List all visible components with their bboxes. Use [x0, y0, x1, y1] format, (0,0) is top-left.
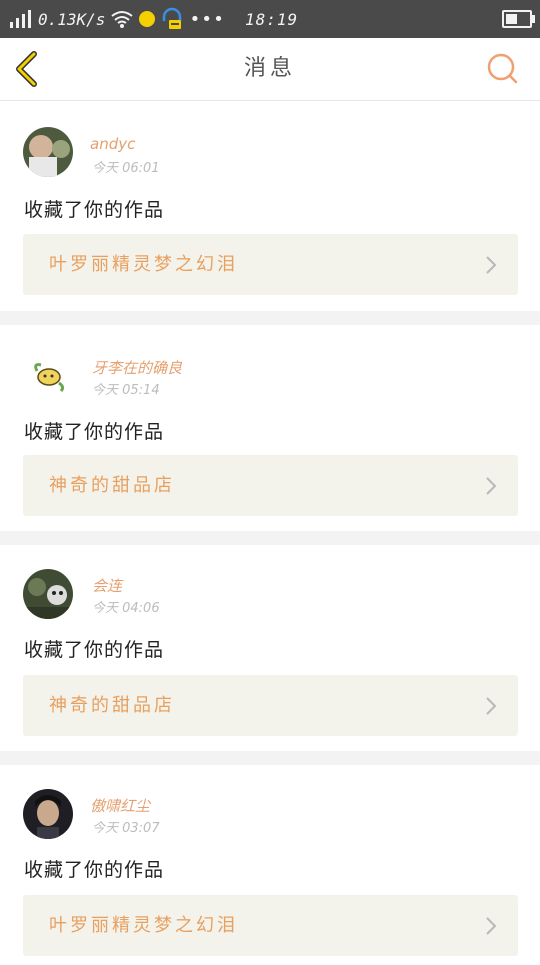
message-list: andyc 今天 06:01 收藏了你的作品 叶罗丽精灵梦之幻泪 牙李在的确良 …	[0, 101, 540, 965]
work-title: 叶罗丽精灵梦之幻泪	[49, 254, 238, 275]
status-bar: 0.13K/s ••• 18:19	[0, 0, 540, 38]
message-card: andyc 今天 06:01 收藏了你的作品 叶罗丽精灵梦之幻泪	[0, 101, 540, 311]
message-card: 会连 今天 04:06 收藏了你的作品 神奇的甜品店	[0, 545, 540, 751]
divider	[0, 751, 540, 765]
search-icon	[487, 53, 518, 84]
notification-dot-icon	[139, 11, 156, 27]
chevron-right-icon	[486, 256, 497, 274]
network-speed: 0.13K/s	[38, 9, 106, 29]
timestamp: 今天 04:06	[92, 601, 160, 616]
action-text: 收藏了你的作品	[24, 199, 165, 221]
action-text: 收藏了你的作品	[24, 639, 165, 661]
timestamp: 今天 03:07	[92, 821, 160, 836]
work-link[interactable]: 神奇的甜品店	[23, 675, 518, 736]
avatar[interactable]	[23, 127, 73, 177]
corn-sticker-icon	[23, 351, 73, 401]
message-card: 傲啸红尘 今天 03:07 收藏了你的作品 叶罗丽精灵梦之幻泪	[0, 765, 540, 965]
message-card: 牙李在的确良 今天 05:14 收藏了你的作品 神奇的甜品店	[0, 325, 540, 531]
username[interactable]: 牙李在的确良	[92, 357, 182, 378]
work-link[interactable]: 神奇的甜品店	[23, 455, 518, 516]
work-link[interactable]: 叶罗丽精灵梦之幻泪	[23, 895, 518, 956]
work-title: 叶罗丽精灵梦之幻泪	[49, 915, 238, 936]
status-bar-right	[502, 0, 535, 38]
timestamp: 今天 05:14	[92, 383, 160, 398]
avatar[interactable]	[23, 569, 73, 619]
timestamp: 今天 06:01	[92, 161, 160, 176]
clock: 18:19	[245, 9, 299, 29]
more-icon: •••	[189, 8, 225, 30]
wifi-icon	[111, 11, 134, 28]
chevron-right-icon	[486, 917, 497, 935]
search-button[interactable]	[486, 52, 520, 86]
divider	[0, 531, 540, 545]
app-header: 消息	[0, 38, 540, 101]
headset-icon	[163, 7, 182, 29]
battery-icon	[502, 10, 535, 28]
status-bar-left: 0.13K/s •••	[10, 0, 225, 38]
avatar-photo-icon	[23, 127, 73, 177]
work-link[interactable]: 叶罗丽精灵梦之幻泪	[23, 234, 518, 295]
chevron-right-icon	[486, 697, 497, 715]
divider	[0, 311, 540, 325]
avatar-photo-icon	[23, 789, 73, 839]
page-title: 消息	[243, 56, 296, 81]
chevron-right-icon	[486, 477, 497, 495]
work-title: 神奇的甜品店	[49, 475, 175, 496]
avatar-photo-icon	[23, 569, 73, 619]
username[interactable]: 会连	[92, 575, 122, 596]
avatar[interactable]	[23, 351, 73, 401]
signal-icon	[10, 10, 31, 28]
action-text: 收藏了你的作品	[24, 421, 165, 443]
action-text: 收藏了你的作品	[24, 859, 165, 881]
username[interactable]: andyc	[90, 135, 135, 153]
avatar[interactable]	[23, 789, 73, 839]
work-title: 神奇的甜品店	[49, 695, 175, 716]
username[interactable]: 傲啸红尘	[90, 795, 150, 816]
